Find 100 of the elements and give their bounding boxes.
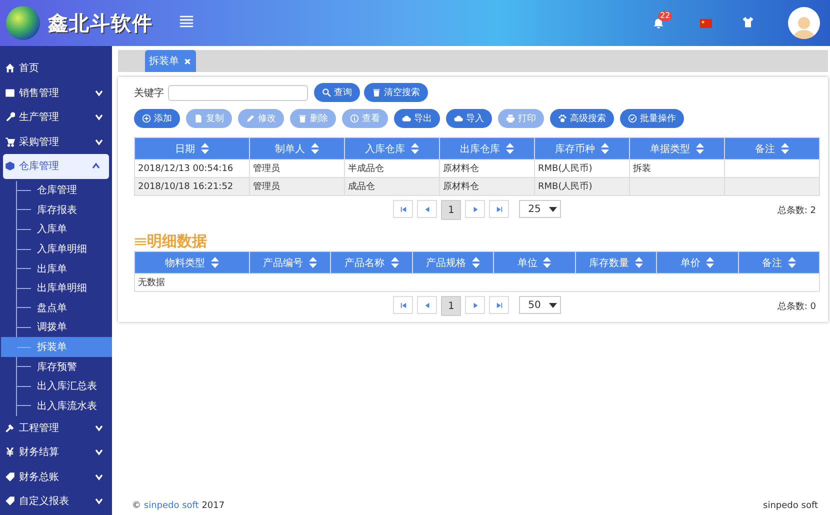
chevron-icon (94, 136, 104, 147)
column-header[interactable]: 备注 (738, 252, 820, 274)
previous-page-button[interactable] (417, 296, 438, 314)
column-header[interactable]: 制单人 (250, 138, 344, 160)
keyword-label: 关键字 (134, 86, 164, 100)
avatar[interactable] (788, 7, 820, 39)
column-header[interactable]: 单据类型 (630, 138, 724, 160)
flag-icon[interactable] (700, 18, 712, 28)
sort-icon (601, 143, 609, 154)
sidebar-item[interactable]: 财务总账 (0, 464, 112, 490)
sort-icon (472, 257, 480, 268)
trash-icon (372, 88, 381, 97)
submenu-item[interactable]: 入库单明细 (1, 239, 112, 259)
sort-icon (211, 257, 219, 268)
yen-icon (5, 447, 15, 458)
last-page-button[interactable] (489, 200, 510, 218)
sort-icon (634, 257, 643, 268)
app-title: 鑫北斗软件 (48, 10, 153, 36)
first-page-icon (400, 206, 407, 212)
page-size-select[interactable]: 50 (519, 296, 561, 314)
page-number[interactable]: 1 (441, 296, 462, 316)
sidebar-item[interactable]: 生产管理 (0, 105, 112, 130)
next-page-button[interactable] (465, 200, 486, 218)
caret-icon (548, 206, 557, 212)
sidebar-item[interactable]: 工程管理 (0, 416, 112, 440)
sort-icon (506, 143, 514, 154)
keyword-field[interactable] (168, 84, 308, 100)
info-icon (350, 114, 359, 123)
submenu-item[interactable]: 出入库流水表 (1, 396, 112, 416)
shirt-icon (742, 16, 754, 28)
toolbar-button[interactable]: 批量操作 (620, 109, 684, 128)
table-cell: 拆装 (633, 164, 651, 174)
home-icon (5, 63, 15, 74)
submenu-item[interactable]: 库存预警 (1, 356, 112, 376)
footer-link[interactable]: sinpedo soft (144, 501, 199, 511)
table-cell: RMB(人民币) (538, 182, 592, 192)
submenu-item[interactable]: 盘点单 (1, 298, 112, 318)
chevron-icon (91, 161, 101, 172)
toolbar-button[interactable]: 导出 (394, 109, 440, 128)
bell-icon (653, 18, 664, 28)
column-header[interactable]: 出库仓库 (440, 138, 534, 160)
previous-page-button[interactable] (417, 200, 438, 218)
submenu-item[interactable]: 入库单 (1, 220, 112, 240)
sidebar-item[interactable]: 销售管理 (0, 80, 112, 105)
last-page-button[interactable] (489, 296, 510, 314)
tools-icon (5, 422, 15, 433)
toolbar-button[interactable]: 导入 (446, 109, 492, 128)
table-cell: 成品仓 (348, 182, 375, 192)
empty-message: 无数据 (138, 278, 165, 288)
sort-icon (788, 257, 796, 268)
plus-icon (142, 114, 151, 123)
next-page-icon (472, 206, 479, 212)
sort-icon (543, 257, 552, 268)
cube-icon (5, 161, 15, 172)
notification-badge: 22 (658, 10, 672, 20)
next-page-button[interactable] (465, 296, 486, 314)
tab[interactable]: 拆装单 (145, 50, 196, 72)
clear-search-button[interactable]: 清空搜索 (364, 83, 428, 102)
copyright-text: © sinpedo soft 2017 (132, 501, 225, 511)
last-page-icon (496, 302, 503, 308)
sort-icon (309, 257, 318, 268)
sidebar-item[interactable]: 首页 (0, 56, 112, 80)
sidebar-item[interactable]: 自定义报表 (0, 489, 112, 514)
sort-icon (201, 143, 209, 154)
submenu-item[interactable]: 调拨单 (1, 318, 112, 338)
submenu-item[interactable]: 拆装单 (1, 337, 112, 357)
query-button[interactable]: 查询 (314, 83, 360, 102)
toolbar-button[interactable]: 添加 (134, 109, 180, 128)
submenu-item[interactable]: 仓库管理 (1, 180, 112, 200)
sidebar-item[interactable]: 仓库管理 (3, 154, 109, 178)
sidebar-item[interactable]: 财务结算 (0, 440, 112, 465)
chevron-icon (94, 472, 104, 482)
submenu-item[interactable]: 出入库汇总表 (1, 376, 112, 396)
column-header[interactable]: 库存币种 (534, 138, 630, 160)
page-number[interactable]: 1 (441, 200, 462, 220)
first-page-button[interactable] (393, 200, 414, 218)
column-header[interactable]: 产品规格 (412, 252, 494, 274)
first-page-icon (400, 302, 407, 308)
column-header[interactable]: 物料类型 (134, 252, 250, 274)
column-header[interactable]: 入库仓库 (344, 138, 440, 160)
first-page-button[interactable] (393, 296, 414, 314)
tag-icon (5, 496, 15, 506)
column-header[interactable]: 产品编号 (250, 252, 331, 274)
column-header[interactable]: 库存数量 (575, 252, 657, 274)
previous-page-icon (424, 206, 431, 212)
table-cell: 原材料仓 (443, 182, 479, 192)
sidebar-item[interactable]: 采购管理 (0, 130, 112, 154)
toolbar-button[interactable]: 高级搜索 (550, 109, 614, 128)
column-header[interactable]: 单位 (494, 252, 576, 274)
submenu-item[interactable]: 出库单 (1, 258, 112, 278)
submenu-item[interactable]: 库存报表 (1, 200, 112, 220)
wrench-icon (5, 112, 15, 122)
page-size-select[interactable]: 25 (519, 200, 561, 218)
column-header[interactable]: 单价 (656, 252, 738, 274)
last-page-icon (496, 206, 503, 212)
column-header[interactable]: 产品名称 (330, 252, 412, 274)
sort-icon (311, 143, 319, 154)
submenu-item[interactable]: 出库单明细 (1, 278, 112, 298)
column-header[interactable]: 备注 (724, 138, 820, 160)
column-header[interactable]: 日期 (134, 138, 250, 160)
